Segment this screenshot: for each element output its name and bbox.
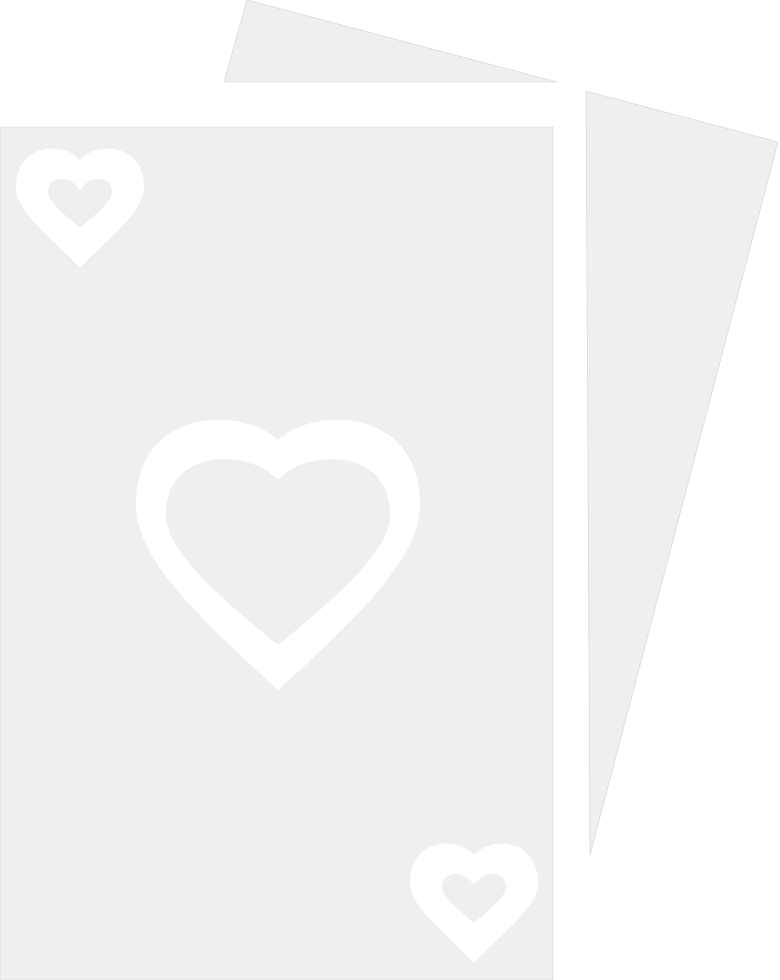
playing-cards-graphic: [0, 0, 779, 980]
back-card-top-sliver: [223, 0, 558, 83]
playing-cards-icon: [0, 0, 780, 980]
back-card-right-sliver: [585, 90, 779, 856]
